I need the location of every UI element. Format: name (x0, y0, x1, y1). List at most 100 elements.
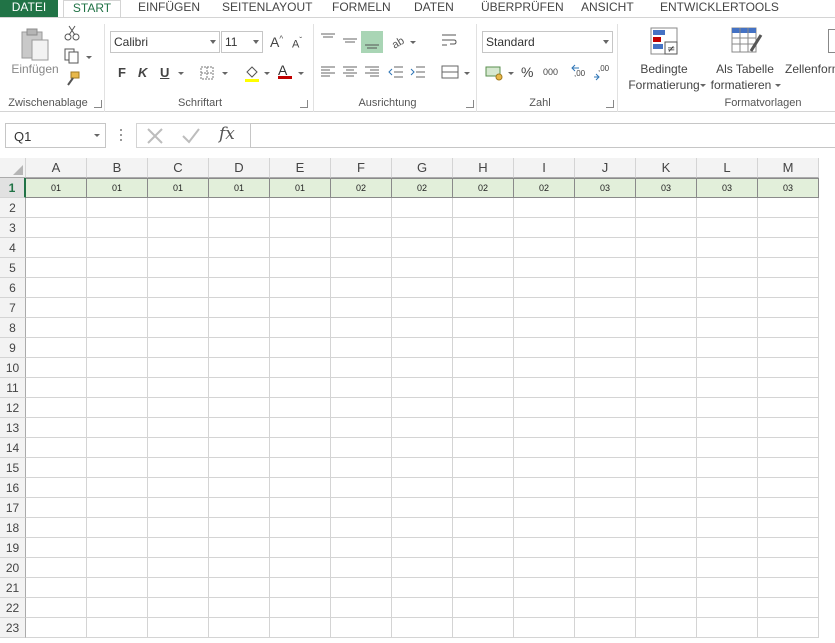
cell-g16[interactable] (392, 478, 453, 498)
column-header-k[interactable]: K (636, 158, 697, 178)
cell-d14[interactable] (209, 438, 270, 458)
cell-d8[interactable] (209, 318, 270, 338)
cell-b3[interactable] (87, 218, 148, 238)
cell-c12[interactable] (148, 398, 209, 418)
cell-l12[interactable] (697, 398, 758, 418)
cell-d10[interactable] (209, 358, 270, 378)
column-header-d[interactable]: D (209, 158, 270, 178)
cell-c17[interactable] (148, 498, 209, 518)
fill-color-icon[interactable] (243, 64, 261, 85)
copy-dropdown-icon[interactable] (86, 56, 92, 59)
cell-m9[interactable] (758, 338, 819, 358)
cell-d16[interactable] (209, 478, 270, 498)
cell-b2[interactable] (87, 198, 148, 218)
italic-button[interactable]: K (138, 65, 147, 80)
cell-e19[interactable] (270, 538, 331, 558)
cell-j15[interactable] (575, 458, 636, 478)
cell-a18[interactable] (26, 518, 87, 538)
cell-f15[interactable] (331, 458, 392, 478)
cell-i8[interactable] (514, 318, 575, 338)
cell-j1[interactable]: 03 (575, 178, 636, 198)
align-center-icon[interactable] (342, 66, 358, 81)
cell-h12[interactable] (453, 398, 514, 418)
column-header-b[interactable]: B (87, 158, 148, 178)
cell-b7[interactable] (87, 298, 148, 318)
cell-i23[interactable] (514, 618, 575, 638)
cell-b5[interactable] (87, 258, 148, 278)
cell-l3[interactable] (697, 218, 758, 238)
cell-j21[interactable] (575, 578, 636, 598)
cell-l11[interactable] (697, 378, 758, 398)
row-header-7[interactable]: 7 (0, 298, 26, 318)
cell-a4[interactable] (26, 238, 87, 258)
cell-c6[interactable] (148, 278, 209, 298)
merge-dropdown-icon[interactable] (464, 72, 470, 75)
cell-i19[interactable] (514, 538, 575, 558)
cell-m17[interactable] (758, 498, 819, 518)
cell-i1[interactable]: 02 (514, 178, 575, 198)
cell-i11[interactable] (514, 378, 575, 398)
cell-g18[interactable] (392, 518, 453, 538)
align-left-icon[interactable] (320, 66, 336, 81)
cell-m23[interactable] (758, 618, 819, 638)
cell-h23[interactable] (453, 618, 514, 638)
cell-k23[interactable] (636, 618, 697, 638)
merge-center-icon[interactable] (441, 65, 459, 82)
cell-e9[interactable] (270, 338, 331, 358)
row-header-21[interactable]: 21 (0, 578, 26, 598)
cell-g13[interactable] (392, 418, 453, 438)
cell-i18[interactable] (514, 518, 575, 538)
row-header-1[interactable]: 1 (0, 178, 26, 198)
cell-e23[interactable] (270, 618, 331, 638)
cell-b10[interactable] (87, 358, 148, 378)
cell-f20[interactable] (331, 558, 392, 578)
cell-h20[interactable] (453, 558, 514, 578)
cell-g9[interactable] (392, 338, 453, 358)
cell-f11[interactable] (331, 378, 392, 398)
accounting-dropdown-icon[interactable] (508, 72, 514, 75)
cell-j20[interactable] (575, 558, 636, 578)
cell-e14[interactable] (270, 438, 331, 458)
cell-h18[interactable] (453, 518, 514, 538)
cell-f14[interactable] (331, 438, 392, 458)
shrink-font-icon[interactable]: Aˇ (292, 36, 302, 51)
cell-b12[interactable] (87, 398, 148, 418)
cell-h2[interactable] (453, 198, 514, 218)
cell-i2[interactable] (514, 198, 575, 218)
cell-a2[interactable] (26, 198, 87, 218)
cell-f18[interactable] (331, 518, 392, 538)
row-header-15[interactable]: 15 (0, 458, 26, 478)
cell-h16[interactable] (453, 478, 514, 498)
column-header-l[interactable]: L (697, 158, 758, 178)
cell-k18[interactable] (636, 518, 697, 538)
cell-j14[interactable] (575, 438, 636, 458)
cell-k21[interactable] (636, 578, 697, 598)
cell-i15[interactable] (514, 458, 575, 478)
cell-i6[interactable] (514, 278, 575, 298)
cell-d9[interactable] (209, 338, 270, 358)
align-right-icon[interactable] (364, 66, 380, 81)
cell-i17[interactable] (514, 498, 575, 518)
cell-l10[interactable] (697, 358, 758, 378)
cell-j16[interactable] (575, 478, 636, 498)
cell-m22[interactable] (758, 598, 819, 618)
cell-c4[interactable] (148, 238, 209, 258)
cell-l18[interactable] (697, 518, 758, 538)
cell-f2[interactable] (331, 198, 392, 218)
cell-a22[interactable] (26, 598, 87, 618)
cell-b16[interactable] (87, 478, 148, 498)
cell-g6[interactable] (392, 278, 453, 298)
cell-g10[interactable] (392, 358, 453, 378)
cell-f9[interactable] (331, 338, 392, 358)
cell-l17[interactable] (697, 498, 758, 518)
cell-c19[interactable] (148, 538, 209, 558)
tab-entwicklertools[interactable]: ENTWICKLERTOOLS (660, 0, 779, 17)
cell-j10[interactable] (575, 358, 636, 378)
cell-m13[interactable] (758, 418, 819, 438)
cell-l6[interactable] (697, 278, 758, 298)
row-header-13[interactable]: 13 (0, 418, 26, 438)
row-header-19[interactable]: 19 (0, 538, 26, 558)
cell-m3[interactable] (758, 218, 819, 238)
cell-j19[interactable] (575, 538, 636, 558)
cell-m21[interactable] (758, 578, 819, 598)
